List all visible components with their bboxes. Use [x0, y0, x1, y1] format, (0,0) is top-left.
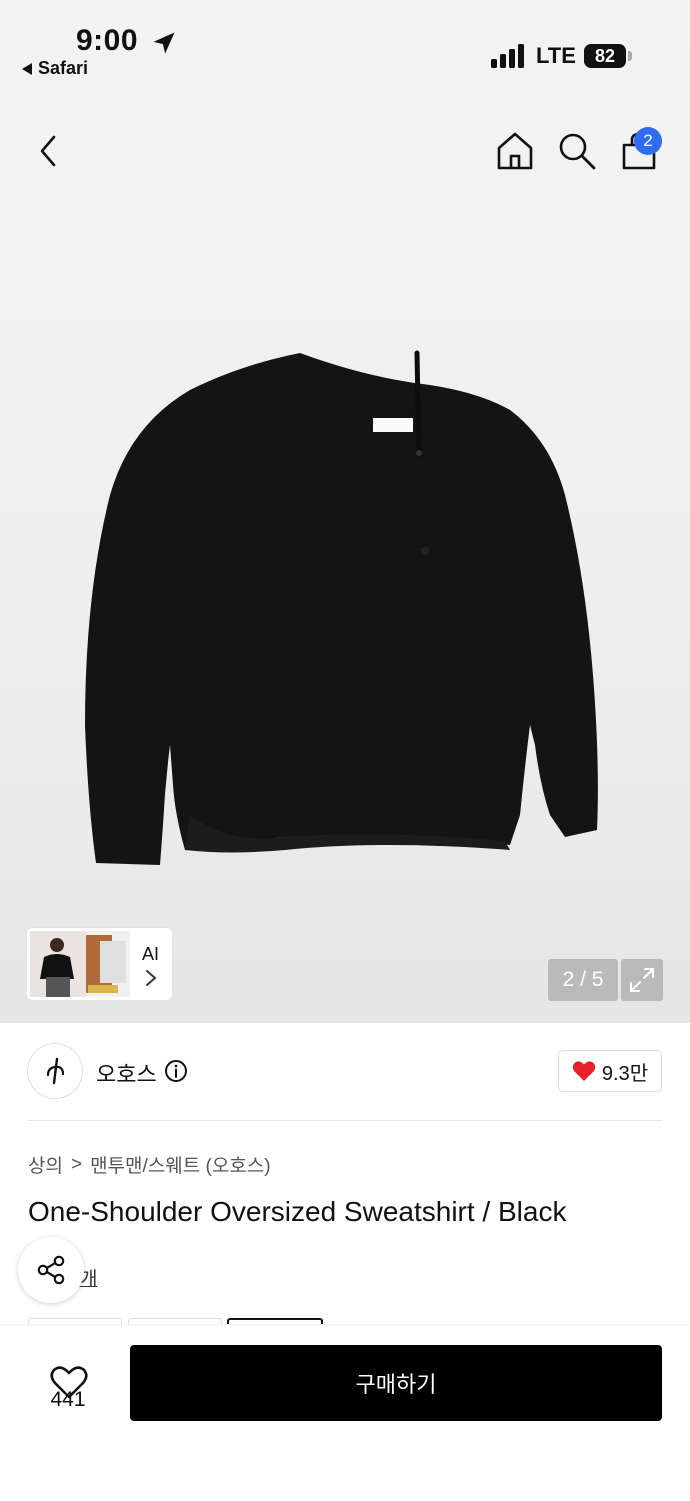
chevron-right-icon: [146, 970, 157, 986]
breadcrumb: 상의 > 맨투맨/스웨트 (오호스): [28, 1151, 271, 1178]
buy-button[interactable]: 구매하기: [130, 1345, 662, 1421]
back-to-safari[interactable]: Safari: [22, 58, 88, 79]
home-icon[interactable]: [496, 131, 534, 171]
ai-label: AI: [142, 944, 160, 964]
ai-styling-card[interactable]: AI: [27, 928, 172, 1000]
brand-logo[interactable]: [28, 1044, 82, 1098]
brand-like-button[interactable]: 9.3만: [559, 1051, 661, 1091]
breadcrumb-separator: >: [70, 1153, 83, 1175]
status-time: 9:00: [76, 24, 139, 57]
share-button[interactable]: [18, 1237, 84, 1303]
ai-styling-thumbnail: [30, 931, 130, 997]
signal-icon: [491, 44, 524, 68]
back-chevron-icon[interactable]: [34, 132, 64, 170]
battery-nub: [628, 51, 632, 61]
heart-filled-icon: [572, 1061, 596, 1081]
location-arrow-icon: [153, 32, 175, 54]
brand-like-count: 9.3만: [601, 1062, 649, 1085]
battery-level: 82: [594, 45, 616, 66]
network-label: LTE: [536, 43, 576, 68]
cart-badge: 2: [634, 127, 662, 155]
breadcrumb-category[interactable]: 상의: [28, 1151, 63, 1178]
divider: [28, 1120, 662, 1121]
product-title: One-Shoulder Oversized Sweatshirt / Blac…: [28, 1196, 567, 1227]
info-icon[interactable]: [164, 1059, 188, 1083]
back-triangle-icon: [22, 62, 32, 75]
search-icon[interactable]: [557, 131, 597, 171]
expand-icon: [630, 968, 654, 992]
product-image[interactable]: [80, 345, 610, 875]
expand-button[interactable]: [621, 959, 663, 1001]
brand-name[interactable]: 오호스: [96, 1057, 157, 1089]
image-counter: 2 / 5: [548, 959, 618, 1001]
brand-logo-icon: [46, 1057, 65, 1085]
share-icon: [37, 1255, 65, 1285]
back-app-label: Safari: [38, 58, 89, 78]
battery-icon: 82: [584, 44, 626, 68]
wishlist-count: 441: [50, 1388, 86, 1411]
breadcrumb-subcategory[interactable]: 맨투맨/스웨트 (오호스): [90, 1151, 271, 1178]
